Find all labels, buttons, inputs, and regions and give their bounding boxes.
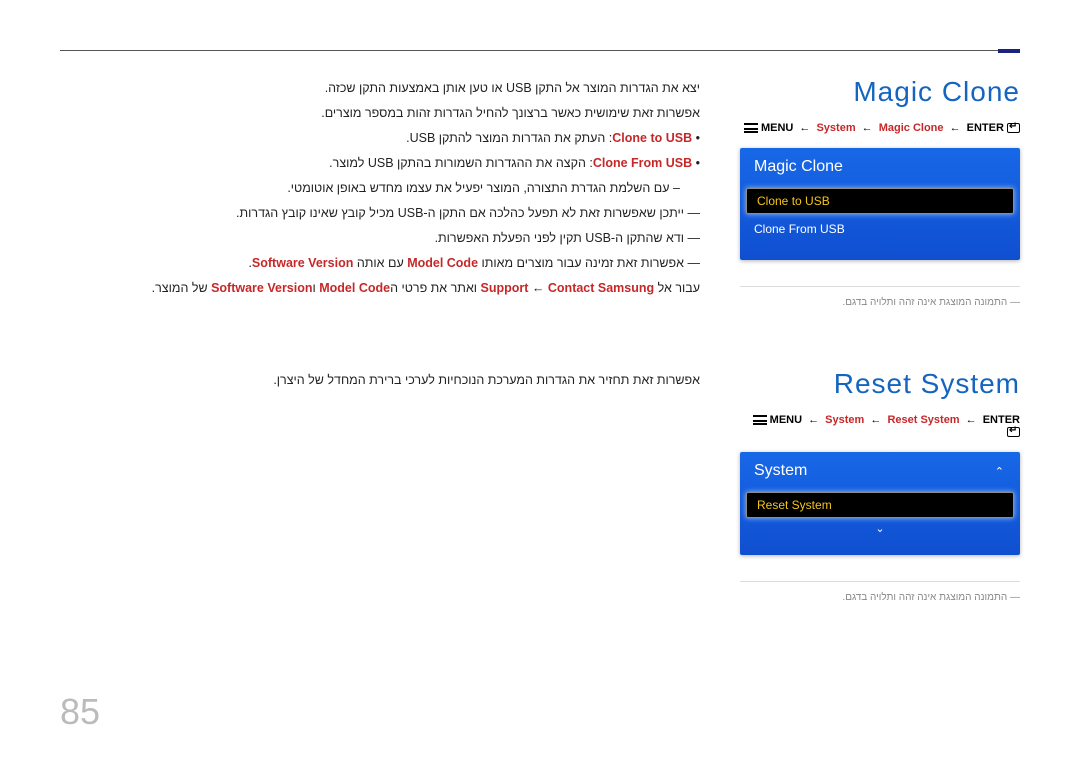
breadcrumb-reset-system: Reset System bbox=[887, 414, 959, 426]
chevron-up-icon[interactable]: ⌃ bbox=[993, 463, 1020, 480]
menu-icon bbox=[753, 415, 767, 425]
clone-to-usb-label: Clone to USB bbox=[612, 131, 692, 145]
magic-clone-osd: Magic Clone Clone to USB Clone From USB bbox=[740, 148, 1020, 260]
mc-p1: יצא את הגדרות המוצר אל התקן USB או טען א… bbox=[60, 76, 700, 101]
osd-title: Magic Clone bbox=[740, 148, 1020, 186]
mc-bullet1: • Clone to USB: העתק את הגדרות המוצר להת… bbox=[60, 126, 700, 151]
reset-system-section: Reset System MENU ← System ← Reset Syste… bbox=[60, 368, 1020, 603]
page-number: 85 bbox=[60, 691, 100, 733]
breadcrumb-enter: ENTER bbox=[967, 122, 1004, 134]
menu-icon bbox=[744, 123, 758, 133]
enter-icon bbox=[1007, 123, 1020, 133]
contact-samsung-label: Contact Samsung bbox=[548, 281, 654, 295]
mc-note3: ― אפשרות זאת זמינה עבור מוצרים מאותו Mod… bbox=[60, 251, 700, 276]
model-code-label: Model Code bbox=[407, 256, 478, 270]
clone-from-usb-label: Clone From USB bbox=[593, 156, 692, 170]
magic-clone-breadcrumb: MENU ← System ← Magic Clone ← ENTER bbox=[740, 122, 1020, 134]
support-label: Support bbox=[481, 281, 529, 295]
mc-note1: ― ייתכן שאפשרות זאת לא תפעל כהלכה אם התק… bbox=[60, 201, 700, 226]
osd-selected-reset-system[interactable]: Reset System bbox=[746, 492, 1014, 518]
software-version-label: Software Version bbox=[252, 256, 353, 270]
mc-note4: עבור אל Support ← Contact Samsung ואתר א… bbox=[60, 276, 700, 301]
enter-icon bbox=[1007, 427, 1020, 437]
osd-title-system: System bbox=[740, 452, 993, 490]
reset-system-caption: התמונה המוצגת אינה זהה ותלויה בדגם. bbox=[740, 581, 1020, 603]
magic-clone-section: Magic Clone MENU ← System ← Magic Clone … bbox=[60, 76, 1020, 308]
reset-system-osd: System ⌃ Reset System ⌄ bbox=[740, 452, 1020, 555]
magic-clone-title: Magic Clone bbox=[740, 76, 1020, 108]
reset-system-breadcrumb: MENU ← System ← Reset System ← ENTER bbox=[740, 414, 1020, 438]
osd-item-clone-from-usb[interactable]: Clone From USB bbox=[740, 216, 1020, 242]
mc-bullet2: • Clone From USB: הקצה את ההגדרות השמורו… bbox=[60, 151, 700, 176]
breadcrumb-system: System bbox=[816, 122, 855, 134]
rs-p1: אפשרות זאת תחזיר את הגדרות המערכת הנוכחי… bbox=[60, 368, 700, 393]
osd-selected-clone-to-usb[interactable]: Clone to USB bbox=[746, 188, 1014, 214]
magic-clone-caption: התמונה המוצגת אינה זהה ותלויה בדגם. bbox=[740, 286, 1020, 308]
chevron-down-icon[interactable]: ⌄ bbox=[740, 520, 1020, 537]
reset-system-title: Reset System bbox=[740, 368, 1020, 400]
mc-sub1: ‒ עם השלמת הגדרת התצורה, המוצר יפעיל את … bbox=[60, 176, 700, 201]
breadcrumb-magic-clone: Magic Clone bbox=[879, 122, 944, 134]
breadcrumb-system: System bbox=[825, 414, 864, 426]
breadcrumb-menu: MENU bbox=[761, 122, 793, 134]
mc-note2: ― ודא שהתקן ה-USB תקין לפני הפעלת האפשרו… bbox=[60, 226, 700, 251]
mc-p2: אפשרות זאת שימושית כאשר ברצונך להחיל הגד… bbox=[60, 101, 700, 126]
magic-clone-body: יצא את הגדרות המוצר אל התקן USB או טען א… bbox=[60, 76, 700, 308]
reset-system-body: אפשרות זאת תחזיר את הגדרות המערכת הנוכחי… bbox=[60, 368, 700, 603]
breadcrumb-menu: MENU bbox=[770, 414, 802, 426]
